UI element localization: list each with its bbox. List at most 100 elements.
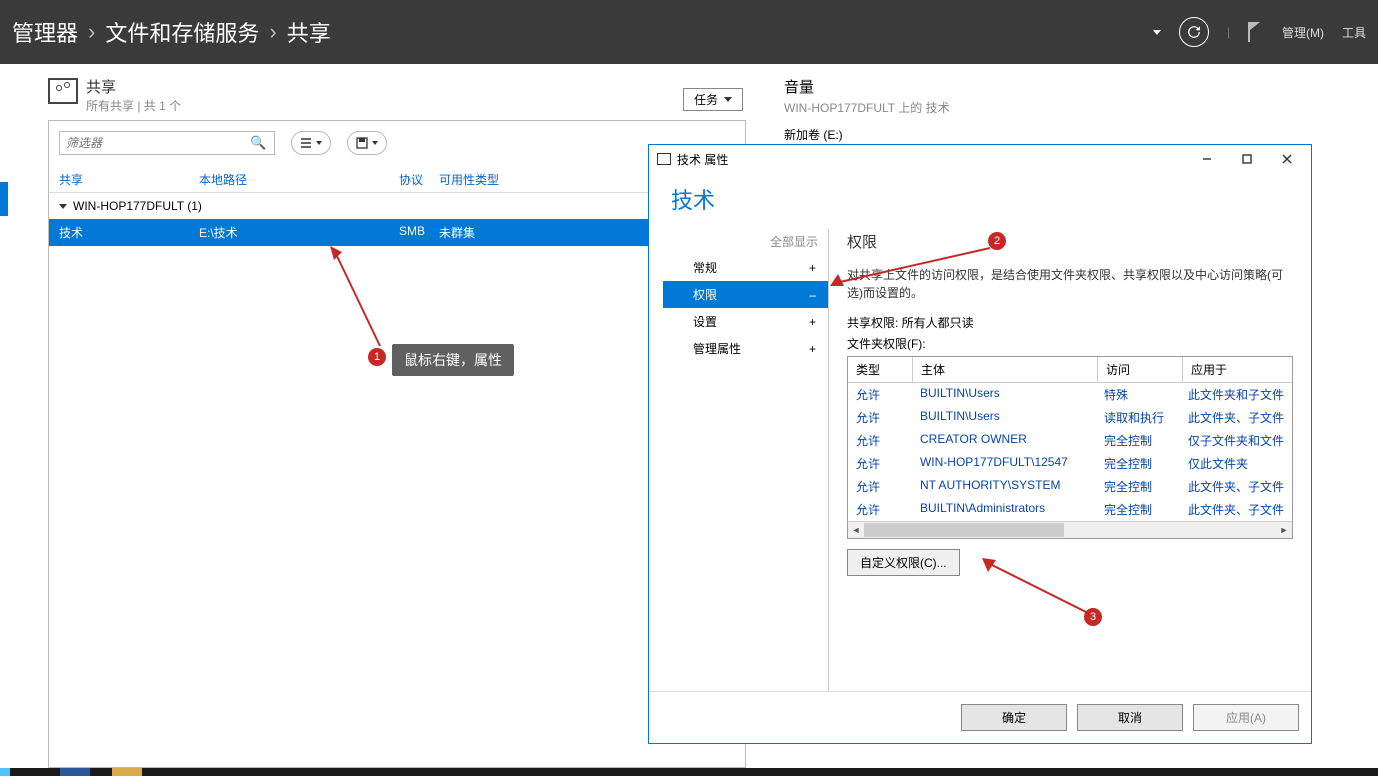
nav-management[interactable]: 管理属性 + [663,335,828,362]
share-icon [48,78,78,104]
col-principal[interactable]: 主体 [913,357,1098,383]
cell-access: 特殊 [1096,383,1180,406]
nav-rail [0,64,40,768]
plus-icon: + [809,342,816,356]
perm-row[interactable]: 允许WIN-HOP177DFULT\12547完全控制仅此文件夹 [848,452,1292,475]
cell-applies: 此文件夹、子文件 [1180,498,1292,521]
tasks-dropdown[interactable]: 任务 [683,88,743,111]
chevron-right-icon: › [88,19,95,45]
cell-principal: WIN-HOP177DFULT\12547 [912,452,1096,475]
rail-selection [0,182,8,216]
nav-permissions[interactable]: 权限 – [663,281,828,308]
folder-perm-label: 文件夹权限(F): [847,335,1293,352]
cell-access: 完全控制 [1096,429,1180,452]
nav-label: 常规 [693,259,717,276]
cell-type: 允许 [848,429,912,452]
flag-icon[interactable] [1248,22,1264,42]
cell-applies: 仅此文件夹 [1180,452,1292,475]
maximize-button[interactable] [1227,148,1267,170]
cell-type: 允许 [848,452,912,475]
nav-label: 设置 [693,313,717,330]
cancel-button[interactable]: 取消 [1077,704,1183,731]
horizontal-scrollbar[interactable]: ◄ ► [847,521,1293,539]
nav-settings[interactable]: 设置 + [663,308,828,335]
section-subtitle: 所有共享 | 共 1 个 [86,97,181,114]
separator: | [1227,25,1230,39]
dialog-footer: 确定 取消 应用(A) [649,691,1311,743]
cell-principal: CREATOR OWNER [912,429,1096,452]
cell-applies: 仅子文件夹和文件 [1180,429,1292,452]
cell-avail: 未群集 [439,224,499,241]
cell-type: 允许 [848,475,912,498]
nav-label: 权限 [693,286,717,303]
scroll-thumb[interactable] [864,523,1064,537]
permissions-table[interactable]: 类型 主体 访问 应用于 允许BUILTIN\Users特殊此文件夹和子文件允许… [847,356,1293,521]
plus-icon: + [809,315,816,329]
cell-applies: 此文件夹、子文件 [1180,475,1292,498]
col-share[interactable]: 共享 [59,171,199,188]
breadcrumb-item[interactable]: 共享 [287,16,331,48]
perm-table-header: 类型 主体 访问 应用于 [848,357,1292,383]
chevron-right-icon: › [269,19,276,45]
save-view-button[interactable] [347,131,387,155]
show-all-link[interactable]: 全部显示 [663,229,828,254]
cell-type: 允许 [848,383,912,406]
perm-row[interactable]: 允许BUILTIN\Users特殊此文件夹和子文件 [848,383,1292,406]
cell-type: 允许 [848,498,912,521]
properties-dialog: 技术 属性 技术 全部显示 常规+ 权限– 设置+ 管理属性+ 权限 对共享上文… [648,144,1312,744]
nav-general[interactable]: 常规+ [663,254,828,281]
cell-principal: BUILTIN\Users [912,383,1096,406]
cell-proto: SMB [399,224,439,241]
nav-label: 管理属性 [693,340,741,357]
perm-row[interactable]: 允许NT AUTHORITY\SYSTEM完全控制此文件夹、子文件 [848,475,1292,498]
tasks-label: 任务 [694,91,718,108]
col-applies[interactable]: 应用于 [1183,357,1292,383]
perm-heading: 权限 [847,231,1293,252]
ok-button[interactable]: 确定 [961,704,1067,731]
manage-menu[interactable]: 管理(M) [1282,24,1324,41]
refresh-button[interactable] [1179,17,1209,47]
volume-title: 音量 [784,76,1378,97]
customize-permissions-button[interactable]: 自定义权限(C)... [847,549,960,576]
tools-menu[interactable]: 工具 [1342,24,1366,41]
cell-principal: BUILTIN\Administrators [912,498,1096,521]
dialog-titlebar[interactable]: 技术 属性 [649,145,1311,173]
dropdown-icon[interactable] [1153,30,1161,35]
app-icon [657,153,671,165]
scroll-left-icon[interactable]: ◄ [848,522,864,538]
dialog-content: 权限 对共享上文件的访问权限，是结合使用文件夹权限、共享权限以及中心访问策略(可… [829,229,1311,691]
cell-type: 允许 [848,406,912,429]
cell-access: 完全控制 [1096,498,1180,521]
taskbar[interactable] [0,768,1378,776]
cell-access: 完全控制 [1096,475,1180,498]
cell-share: 技术 [59,224,199,241]
col-avail[interactable]: 可用性类型 [439,171,499,188]
cell-applies: 此文件夹、子文件 [1180,406,1292,429]
share-row-selected[interactable]: 技术 E:\技术 SMB 未群集 [49,219,745,246]
cell-applies: 此文件夹和子文件 [1180,383,1292,406]
volume-subtitle: WIN-HOP177DFULT 上的 技术 [784,99,1378,116]
minimize-button[interactable] [1187,148,1227,170]
search-icon[interactable]: 🔍 [242,135,274,151]
close-button[interactable] [1267,148,1307,170]
view-options-button[interactable] [291,131,331,155]
cell-access: 读取和执行 [1096,406,1180,429]
section-title: 共享 [86,76,181,97]
apply-button[interactable]: 应用(A) [1193,704,1299,731]
col-proto[interactable]: 协议 [399,171,439,188]
filter-input-group: 🔍 [59,131,275,155]
scroll-right-icon[interactable]: ► [1276,522,1292,538]
filter-input[interactable] [60,132,242,154]
group-label: WIN-HOP177DFULT (1) [73,199,202,213]
perm-row[interactable]: 允许BUILTIN\Administrators完全控制此文件夹、子文件 [848,498,1292,521]
perm-row[interactable]: 允许BUILTIN\Users读取和执行此文件夹、子文件 [848,406,1292,429]
col-access[interactable]: 访问 [1098,357,1183,383]
col-path[interactable]: 本地路径 [199,171,399,188]
breadcrumb-item[interactable]: 管理器 [12,16,78,48]
group-header[interactable]: WIN-HOP177DFULT (1) [49,193,745,219]
breadcrumb-item[interactable]: 文件和存储服务 [105,16,259,48]
perm-row[interactable]: 允许CREATOR OWNER完全控制仅子文件夹和文件 [848,429,1292,452]
cell-principal: NT AUTHORITY\SYSTEM [912,475,1096,498]
minus-icon: – [809,288,816,302]
col-type[interactable]: 类型 [848,357,913,383]
